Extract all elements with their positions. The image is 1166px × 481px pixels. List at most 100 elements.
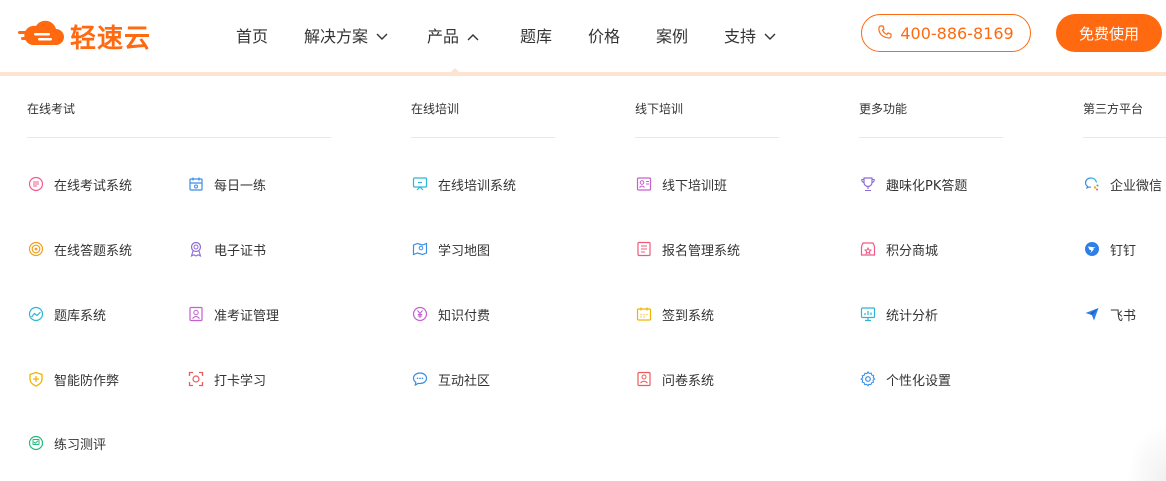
exam-icon [27, 175, 45, 193]
menu-item-label: 个性化设置 [886, 373, 952, 389]
divider [411, 137, 555, 138]
brand-logo[interactable]: 轻速云 [18, 19, 152, 54]
menu-item-community[interactable]: 互动社区 [411, 369, 490, 389]
nav-question-bank-label: 题库 [520, 27, 553, 46]
menu-item-label: 趣味化PK答题 [886, 178, 968, 194]
nav-cases-label: 案例 [656, 27, 689, 46]
menu-item-label: 在线培训系统 [438, 178, 517, 194]
class-icon [635, 175, 653, 193]
menu-item-label: 打卡学习 [214, 373, 267, 389]
menu-item-daily-practice[interactable]: 每日一练 [187, 174, 266, 194]
menu-item-e-certificate[interactable]: 电子证书 [187, 239, 266, 259]
store-icon [859, 240, 877, 258]
nav-home-label: 首页 [236, 27, 269, 46]
corner-shadow [1126, 421, 1166, 481]
menu-item-label: 钉钉 [1110, 243, 1137, 259]
menu-item-label: 报名管理系统 [662, 243, 741, 259]
menu-item-statistics[interactable]: 统计分析 [859, 304, 938, 324]
menu-item-question-bank-system[interactable]: 题库系统 [27, 304, 106, 324]
target-icon [27, 240, 45, 258]
phone-number: 400-886-8169 [900, 23, 1014, 43]
menu-item-label: 学习地图 [438, 243, 491, 259]
menu-item-label: 线下培训班 [662, 178, 728, 194]
divider [27, 137, 331, 138]
menu-col-online-exam-title: 在线考试 [27, 102, 76, 116]
sign-in-calendar-icon [635, 305, 653, 323]
dropdown-caret [450, 68, 460, 73]
menu-item-admission-ticket[interactable]: 准考证管理 [187, 304, 279, 324]
phone-button[interactable]: 400-886-8169 [861, 14, 1031, 52]
menu-item-label: 练习测评 [54, 437, 107, 453]
menu-item-sign-in-system[interactable]: 签到系统 [635, 304, 714, 324]
yen-coin-icon [411, 305, 429, 323]
menu-item-check-in-learning[interactable]: 打卡学习 [187, 369, 266, 389]
menu-item-label: 准考证管理 [214, 308, 280, 324]
phone-icon [878, 24, 900, 43]
menu-item-label: 电子证书 [214, 243, 267, 259]
menu-item-label: 题库系统 [54, 308, 107, 324]
shield-icon [27, 370, 45, 388]
free-trial-button[interactable]: 免费使用 [1056, 14, 1162, 52]
chart-icon [27, 305, 45, 323]
menu-item-practice-assessment[interactable]: 练习测评 [27, 433, 106, 453]
nav-cases[interactable]: 案例 [656, 23, 688, 47]
menu-col-more-features-title: 更多功能 [859, 102, 908, 116]
menu-item-label: 每日一练 [214, 178, 267, 194]
assessment-icon [27, 434, 45, 452]
chat-bubble-icon [411, 370, 429, 388]
menu-item-pk-quiz[interactable]: 趣味化PK答题 [859, 174, 967, 194]
gear-icon [859, 370, 877, 388]
menu-item-personalization[interactable]: 个性化设置 [859, 369, 951, 389]
menu-item-label: 飞书 [1110, 308, 1137, 324]
menu-item-label: 问卷系统 [662, 373, 715, 389]
menu-item-wecom[interactable]: 企业微信 [1083, 174, 1162, 194]
chevron-down-icon [376, 26, 388, 45]
map-icon [411, 240, 429, 258]
menu-item-feishu[interactable]: 飞书 [1083, 304, 1136, 324]
brand-name: 轻速云 [70, 23, 152, 54]
header-divider [0, 72, 1166, 76]
menu-item-online-exam-system[interactable]: 在线考试系统 [27, 174, 132, 194]
chevron-up-icon [467, 26, 479, 45]
dingtalk-icon [1083, 240, 1101, 258]
menu-item-label: 统计分析 [886, 308, 939, 324]
nav-solutions[interactable]: 解决方案 [304, 23, 388, 47]
menu-item-offline-class[interactable]: 线下培训班 [635, 174, 727, 194]
menu-item-dingtalk[interactable]: 钉钉 [1083, 239, 1136, 259]
presentation-icon [411, 175, 429, 193]
menu-item-online-training-system[interactable]: 在线培训系统 [411, 174, 516, 194]
nav-home[interactable]: 首页 [236, 23, 268, 47]
menu-item-anti-cheat[interactable]: 智能防作弊 [27, 369, 119, 389]
nav-question-bank[interactable]: 题库 [520, 23, 552, 47]
form-icon [635, 240, 653, 258]
menu-item-learning-map[interactable]: 学习地图 [411, 239, 490, 259]
nav-pricing[interactable]: 价格 [588, 23, 620, 47]
menu-col-offline-training-title: 线下培训 [635, 102, 684, 116]
nav-support-label: 支持 [724, 27, 757, 46]
menu-item-questionnaire-system[interactable]: 问卷系统 [635, 369, 714, 389]
menu-item-label: 在线答题系统 [54, 243, 133, 259]
menu-item-points-mall[interactable]: 积分商城 [859, 239, 938, 259]
scan-icon [187, 370, 205, 388]
divider [635, 137, 779, 138]
monitor-chart-icon [859, 305, 877, 323]
nav-support[interactable]: 支持 [724, 23, 776, 47]
menu-item-label: 签到系统 [662, 308, 715, 324]
calendar-icon [187, 175, 205, 193]
menu-item-paid-knowledge[interactable]: 知识付费 [411, 304, 490, 324]
menu-item-label: 智能防作弊 [54, 373, 120, 389]
trophy-icon [859, 175, 877, 193]
chevron-down-icon [764, 26, 776, 45]
menu-item-label: 互动社区 [438, 373, 491, 389]
menu-col-online-training-title: 在线培训 [411, 102, 460, 116]
menu-col-third-party-title: 第三方平台 [1083, 102, 1144, 116]
menu-item-online-answer-system[interactable]: 在线答题系统 [27, 239, 132, 259]
nav-products-label: 产品 [427, 27, 460, 46]
questionnaire-icon [635, 370, 653, 388]
nav-pricing-label: 价格 [588, 27, 621, 46]
menu-item-registration-system[interactable]: 报名管理系统 [635, 239, 740, 259]
wecom-icon [1083, 175, 1101, 193]
cloud-logo-icon [18, 19, 66, 53]
nav-solutions-label: 解决方案 [304, 27, 369, 46]
nav-products[interactable]: 产品 [427, 23, 479, 47]
